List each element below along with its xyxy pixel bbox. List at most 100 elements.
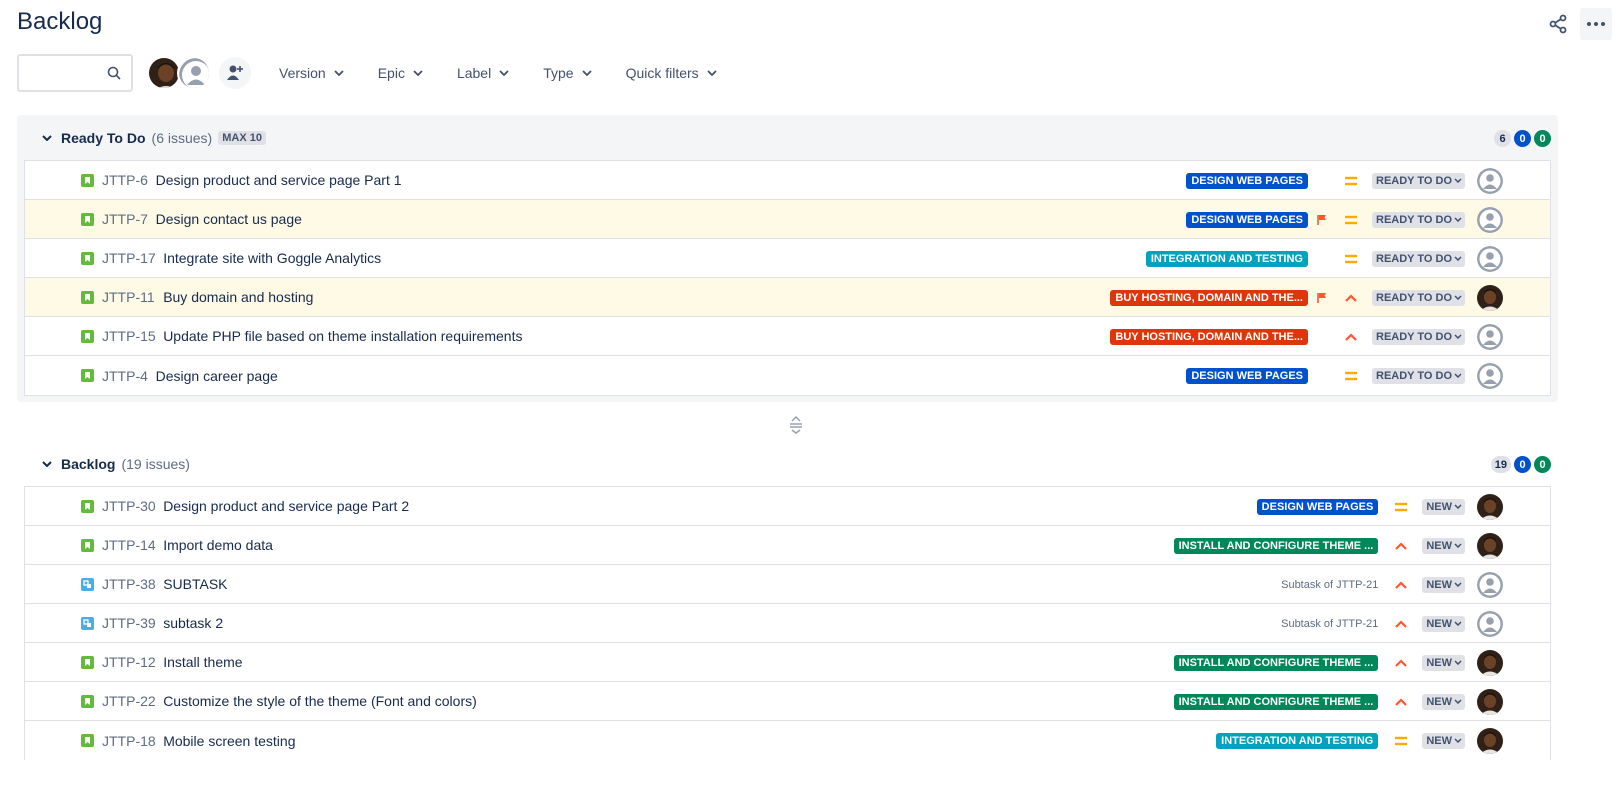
issue-row[interactable]: JTTP-39 subtask 2 Subtask of JTTP-21 NEW — [25, 604, 1550, 643]
unassigned-avatar[interactable] — [1477, 323, 1503, 350]
issue-key[interactable]: JTTP-15 — [102, 328, 156, 344]
issue-key[interactable]: JTTP-4 — [102, 368, 148, 384]
issue-row[interactable]: JTTP-12 Install theme INSTALL AND CONFIGUR… — [25, 643, 1550, 682]
issue-key[interactable]: JTTP-30 — [102, 498, 156, 514]
chevron-down-icon[interactable] — [39, 130, 55, 146]
more-actions-button[interactable] — [1580, 8, 1612, 40]
issue-meta: Subtask of JTTP-21 NEW — [1281, 604, 1550, 643]
unassigned-avatar[interactable] — [1477, 167, 1503, 194]
epic-badge[interactable]: INTEGRATION AND TESTING — [1145, 250, 1308, 267]
issue-summary[interactable]: SUBTASK — [163, 576, 227, 592]
status-dropdown[interactable]: NEW — [1422, 654, 1465, 671]
status-dropdown[interactable]: READY TO DO — [1372, 367, 1465, 384]
issue-row[interactable]: JTTP-14 Import demo data INSTALL AND CONFI… — [25, 526, 1550, 565]
issue-meta: INSTALL AND CONFIGURE THEME ... NEW — [1173, 643, 1550, 682]
issue-key[interactable]: JTTP-17 — [102, 250, 156, 266]
status-dropdown[interactable]: NEW — [1422, 693, 1465, 710]
chevron-down-icon[interactable] — [39, 456, 55, 472]
status-dropdown[interactable]: NEW — [1422, 576, 1465, 593]
backlog-header[interactable]: Backlog (19 issues) — [39, 452, 190, 476]
unassigned-avatar[interactable] — [1477, 245, 1503, 272]
issue-summary[interactable]: Design product and service page Part 2 — [163, 498, 409, 514]
issue-key[interactable]: JTTP-22 — [102, 693, 156, 709]
issue-row[interactable]: JTTP-22 Customize the style of the theme … — [25, 682, 1550, 721]
add-people-button[interactable] — [219, 57, 251, 89]
epic-badge[interactable]: INSTALL AND CONFIGURE THEME ... — [1173, 537, 1379, 554]
status-dropdown[interactable]: NEW — [1422, 537, 1465, 554]
filter-epic[interactable]: Epic — [372, 57, 429, 89]
epic-badge[interactable]: DESIGN WEB PAGES — [1186, 172, 1308, 189]
filter-version[interactable]: Version — [273, 57, 350, 89]
filter-type[interactable]: Type — [537, 57, 597, 89]
issue-summary[interactable]: Buy domain and hosting — [163, 289, 313, 305]
unassigned-avatar[interactable] — [1477, 362, 1503, 389]
issue-key[interactable]: JTTP-14 — [102, 537, 156, 553]
issue-summary[interactable]: Import demo data — [163, 537, 273, 553]
issue-row[interactable]: JTTP-38 SUBTASK Subtask of JTTP-21 NEW — [25, 565, 1550, 604]
chevron-down-icon — [1454, 738, 1462, 743]
epic-badge[interactable]: DESIGN WEB PAGES — [1256, 498, 1379, 515]
unassigned-avatar[interactable] — [1477, 610, 1503, 637]
status-dropdown[interactable]: NEW — [1422, 615, 1465, 632]
status-dropdown[interactable]: NEW — [1422, 498, 1465, 515]
status-dropdown[interactable]: READY TO DO — [1372, 328, 1465, 345]
unassigned-avatar[interactable] — [1477, 206, 1503, 233]
issue-key[interactable]: JTTP-39 — [102, 615, 156, 631]
issue-summary[interactable]: Mobile screen testing — [163, 733, 295, 749]
issue-row[interactable]: JTTP-11 Buy domain and hosting BUY HOSTING… — [25, 278, 1550, 317]
avatar-unassigned[interactable] — [177, 56, 211, 90]
issue-summary[interactable]: subtask 2 — [163, 615, 223, 631]
issue-key[interactable]: JTTP-38 — [102, 576, 156, 592]
unassigned-avatar[interactable] — [1477, 571, 1503, 598]
epic-badge[interactable]: DESIGN WEB PAGES — [1186, 211, 1308, 228]
issue-key[interactable]: JTTP-7 — [102, 211, 148, 227]
status-dropdown[interactable]: READY TO DO — [1372, 211, 1465, 228]
issue-row[interactable]: JTTP-18 Mobile screen testing INTEGRATION … — [25, 721, 1550, 760]
epic-badge[interactable]: DESIGN WEB PAGES — [1186, 367, 1308, 384]
assignee-avatar[interactable] — [1477, 688, 1503, 715]
issue-key[interactable]: JTTP-11 — [102, 289, 155, 305]
status-dropdown[interactable]: READY TO DO — [1372, 289, 1465, 306]
todo-count-badge: 6 — [1494, 130, 1511, 147]
issue-key[interactable]: JTTP-6 — [102, 172, 148, 188]
priority-high-icon — [1394, 617, 1408, 631]
epic-badge[interactable]: BUY HOSTING, DOMAIN AND THE... — [1110, 328, 1308, 345]
status-dropdown[interactable]: READY TO DO — [1372, 250, 1465, 267]
parent-issue-link[interactable]: Subtask of JTTP-21 — [1281, 579, 1378, 591]
issue-summary[interactable]: Update PHP file based on theme installat… — [163, 328, 522, 344]
issue-row[interactable]: JTTP-4 Design career page DESIGN WEB PAGES… — [25, 356, 1550, 395]
sprint-header[interactable]: Ready To Do (6 issues) MAX 10 — [39, 126, 266, 150]
avatar-user-photo[interactable] — [147, 56, 181, 90]
assignee-avatar[interactable] — [1477, 727, 1503, 754]
filter-quick-filters[interactable]: Quick filters — [620, 57, 723, 89]
issue-summary[interactable]: Integrate site with Goggle Analytics — [163, 250, 381, 266]
epic-badge[interactable]: INSTALL AND CONFIGURE THEME ... — [1173, 693, 1379, 710]
assignee-avatar[interactable] — [1477, 284, 1503, 311]
sprint-divider-handle[interactable] — [788, 415, 804, 437]
status-dropdown[interactable]: NEW — [1422, 732, 1465, 749]
issue-row[interactable]: JTTP-17 Integrate site with Goggle Analyt… — [25, 239, 1550, 278]
issue-key[interactable]: JTTP-18 — [102, 733, 156, 749]
epic-badge[interactable]: INSTALL AND CONFIGURE THEME ... — [1173, 654, 1379, 671]
issue-row[interactable]: JTTP-30 Design product and service page P… — [25, 487, 1550, 526]
epic-badge[interactable]: BUY HOSTING, DOMAIN AND THE... — [1110, 289, 1308, 306]
issue-summary[interactable]: Customize the style of the theme (Font a… — [163, 693, 477, 709]
issue-row[interactable]: JTTP-7 Design contact us page DESIGN WEB P… — [25, 200, 1550, 239]
search-input[interactable] — [19, 56, 109, 90]
issue-row[interactable]: JTTP-15 Update PHP file based on theme in… — [25, 317, 1550, 356]
parent-issue-link[interactable]: Subtask of JTTP-21 — [1281, 618, 1378, 630]
issue-summary[interactable]: Design contact us page — [156, 211, 302, 227]
assignee-avatar[interactable] — [1477, 493, 1503, 520]
assignee-avatar[interactable] — [1477, 649, 1503, 676]
issue-key[interactable]: JTTP-12 — [102, 654, 156, 670]
status-dropdown[interactable]: READY TO DO — [1372, 172, 1465, 189]
share-button[interactable] — [1544, 10, 1572, 38]
issue-summary[interactable]: Design product and service page Part 1 — [156, 172, 402, 188]
assignee-avatar[interactable] — [1477, 532, 1503, 559]
search-field[interactable] — [17, 54, 133, 92]
issue-row[interactable]: JTTP-6 Design product and service page Pa… — [25, 161, 1550, 200]
issue-summary[interactable]: Design career page — [156, 368, 278, 384]
filter-label[interactable]: Label — [451, 57, 515, 89]
issue-summary[interactable]: Install theme — [163, 654, 242, 670]
epic-badge[interactable]: INTEGRATION AND TESTING — [1216, 732, 1379, 749]
